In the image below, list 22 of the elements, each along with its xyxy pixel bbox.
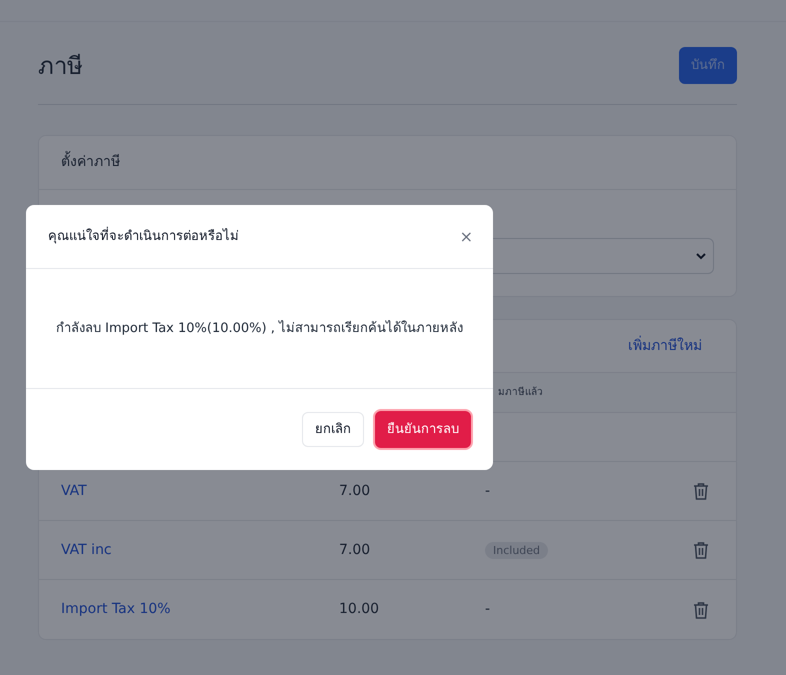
column-header: มภาษีแล้ว xyxy=(498,387,543,398)
included-value: - xyxy=(485,482,490,498)
tax-name-link[interactable]: VAT xyxy=(61,482,87,498)
tax-name-link[interactable]: VAT inc xyxy=(61,542,112,558)
save-button[interactable]: บันทึก xyxy=(679,47,737,84)
tax-name-link[interactable]: Import Tax 10% xyxy=(61,601,171,617)
tax-rate: 7.00 xyxy=(339,482,370,498)
cancel-button[interactable]: ยกเลิก xyxy=(302,412,364,447)
tax-rate: 10.00 xyxy=(339,601,380,617)
page-title: ภาษี xyxy=(38,50,83,82)
card-title: ตั้งค่าภาษี xyxy=(61,152,120,173)
dialog-message: กำลังลบ Import Tax 10%(10.00%) , ไม่สามารถเรียกค้นได้ในภายหลัง xyxy=(56,319,463,338)
close-button[interactable]: × xyxy=(460,224,473,248)
tax-rate: 7.00 xyxy=(339,542,370,558)
confirm-delete-button[interactable]: ยืนยันการลบ xyxy=(375,411,471,448)
included-value: - xyxy=(485,601,490,617)
trash-icon[interactable] xyxy=(693,600,709,618)
trash-icon[interactable] xyxy=(693,541,709,559)
add-tax-link[interactable]: เพิ่มภาษีใหม่ xyxy=(628,336,702,356)
dialog-title: คุณแน่ใจที่จะดำเนินการต่อหรือไม่ xyxy=(48,226,239,246)
included-badge: Included xyxy=(485,542,548,558)
trash-icon[interactable] xyxy=(693,482,709,500)
